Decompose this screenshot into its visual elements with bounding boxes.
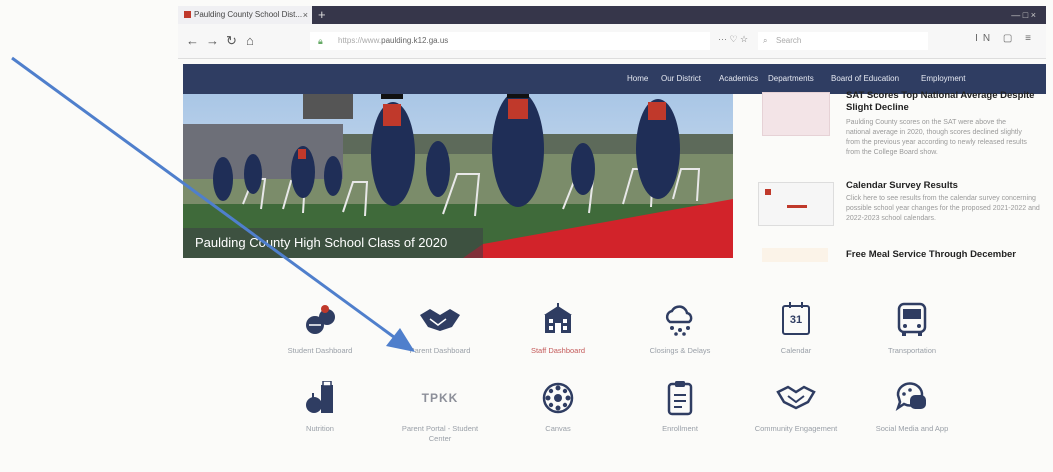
quick-link-community-engagement[interactable]: Community Engagement bbox=[731, 378, 861, 434]
quick-link-parent-portal[interactable]: TPKK Parent Portal - Student Center bbox=[375, 378, 505, 444]
quick-link-nutrition[interactable]: Nutrition bbox=[255, 378, 385, 434]
tab-title: Paulding County School Dist... bbox=[194, 10, 303, 19]
calendar-day-number: 31 bbox=[789, 314, 803, 326]
nav-academics[interactable]: Academics bbox=[719, 64, 758, 94]
quick-link-label: Enrollment bbox=[662, 424, 698, 433]
student-icon bbox=[255, 300, 385, 340]
news-summary: Click here to see results from the calen… bbox=[846, 195, 1040, 222]
nav-home[interactable]: Home bbox=[627, 64, 648, 94]
site-favicon-icon bbox=[184, 11, 191, 19]
lock-icon: 🔒︎ bbox=[318, 36, 323, 46]
bus-icon bbox=[847, 300, 977, 340]
url-prefix: https://www. bbox=[338, 36, 382, 45]
back-arrow-icon[interactable]: ← bbox=[186, 33, 199, 48]
quick-link-enrollment[interactable]: Enrollment bbox=[615, 378, 745, 434]
browser-tab[interactable]: Paulding County School Dist... × bbox=[178, 6, 312, 24]
news-thumbnail bbox=[758, 182, 834, 226]
address-bar[interactable]: 🔒︎ https://www.paulding.k12.ga.us bbox=[310, 32, 710, 50]
canvas-icon bbox=[493, 378, 623, 418]
browser-tab-bar: Paulding County School Dist... × + — □ × bbox=[178, 6, 1046, 24]
quick-link-social-media[interactable]: Social Media and App bbox=[847, 378, 977, 434]
quick-link-label: Canvas bbox=[545, 424, 571, 433]
hero-caption: Paulding County High School Class of 202… bbox=[183, 228, 483, 258]
weather-cloud-icon bbox=[615, 300, 745, 340]
clipboard-icon bbox=[615, 378, 745, 418]
quick-link-closings-delays[interactable]: Closings & Delays bbox=[615, 300, 745, 356]
news-summary: Paulding County scores on the SAT were a… bbox=[846, 119, 1027, 156]
portal-icon-text: TPKK bbox=[421, 391, 459, 405]
calendar-icon: 31 bbox=[731, 300, 861, 340]
quick-link-parent-dashboard[interactable]: Parent Dashboard bbox=[375, 300, 505, 356]
quick-link-label: Community Engagement bbox=[754, 424, 838, 433]
news-title[interactable]: SAT Scores Top National Average Despite … bbox=[846, 90, 1046, 114]
nav-our-district[interactable]: Our District bbox=[661, 64, 701, 94]
home-icon[interactable]: ⌂ bbox=[246, 33, 254, 48]
quick-link-label: Calendar bbox=[780, 346, 812, 355]
community-handshake-icon bbox=[731, 378, 861, 418]
chat-icon bbox=[847, 378, 977, 418]
handshake-icon bbox=[375, 300, 505, 340]
quick-link-staff-dashboard[interactable]: Staff Dashboard bbox=[493, 300, 623, 356]
search-placeholder: Search bbox=[776, 36, 802, 45]
quick-link-label: Staff Dashboard bbox=[530, 346, 586, 355]
forward-arrow-icon[interactable]: → bbox=[206, 33, 219, 48]
quick-link-label: Social Media and App bbox=[875, 424, 949, 433]
window-controls[interactable]: — □ × bbox=[1011, 6, 1036, 24]
new-tab-button[interactable]: + bbox=[318, 6, 326, 24]
quick-link-label: Parent Dashboard bbox=[409, 346, 471, 355]
quick-link-label: Parent Portal - Student Center bbox=[401, 424, 479, 443]
quick-link-student-dashboard[interactable]: Student Dashboard bbox=[255, 300, 385, 356]
news-title[interactable]: Free Meal Service Through December bbox=[846, 249, 1016, 260]
quick-link-calendar[interactable]: 31 Calendar bbox=[731, 300, 861, 356]
quick-link-label: Transportation bbox=[887, 346, 937, 355]
browser-toolbar: ← → ↻ ⌂ 🔒︎ https://www.paulding.k12.ga.u… bbox=[178, 24, 1046, 59]
page-actions[interactable]: ··· ♡ ☆ bbox=[718, 34, 748, 45]
quick-link-canvas[interactable]: Canvas bbox=[493, 378, 623, 434]
browser-menu-icons[interactable]: IN ▢ ≡ bbox=[975, 33, 1036, 44]
quick-link-label: Student Dashboard bbox=[287, 346, 353, 355]
reload-icon[interactable]: ↻ bbox=[226, 33, 237, 49]
nav-departments[interactable]: Departments bbox=[768, 64, 814, 94]
browser-search-input[interactable]: ⌕ Search bbox=[758, 32, 928, 50]
url-domain: paulding.k12.ga.us bbox=[381, 36, 449, 45]
news-title[interactable]: Calendar Survey Results bbox=[846, 180, 958, 191]
nutrition-icon bbox=[255, 378, 385, 418]
quick-link-transportation[interactable]: Transportation bbox=[847, 300, 977, 356]
portal-icon: TPKK bbox=[375, 378, 505, 418]
tab-close-icon[interactable]: × bbox=[303, 6, 308, 24]
news-thumbnail bbox=[762, 248, 828, 262]
quick-link-label: Closings & Delays bbox=[649, 346, 711, 355]
quick-link-label: Nutrition bbox=[306, 424, 334, 433]
search-icon: ⌕ bbox=[763, 36, 768, 45]
school-icon bbox=[493, 300, 623, 340]
